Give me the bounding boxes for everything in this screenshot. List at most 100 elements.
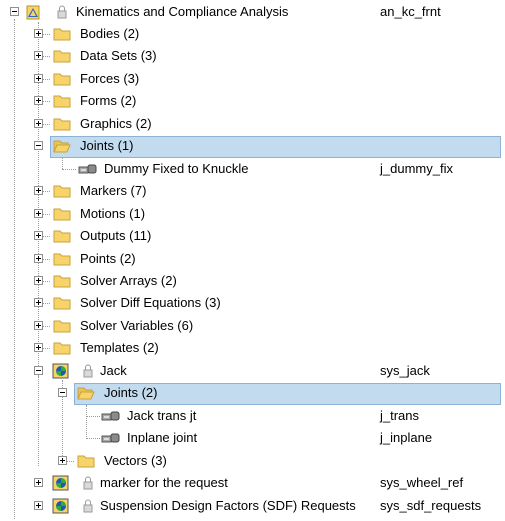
tree-row-solver-variables[interactable]: Solver Variables (6) <box>0 315 505 337</box>
joint-icon <box>101 411 120 421</box>
model-browser-tree: Kinematics and Compliance Analysis an_kc… <box>0 0 505 521</box>
tree-row-templates[interactable]: Templates (2) <box>0 337 505 359</box>
joint-var-name: j_inplane <box>380 430 433 445</box>
folder-label: Vectors (3) <box>104 453 167 468</box>
expand-toggle[interactable] <box>34 501 43 510</box>
expand-toggle[interactable] <box>34 74 43 83</box>
tree-connector <box>62 158 63 169</box>
expand-toggle[interactable] <box>34 478 43 487</box>
tree-row-markers[interactable]: Markers (7) <box>0 180 505 202</box>
folder-label: Solver Variables (6) <box>80 318 194 333</box>
system-var-name: sys_sdf_requests <box>380 498 482 513</box>
tree-row-forces[interactable]: Forces (3) <box>0 68 505 90</box>
folder-icon <box>53 185 71 198</box>
tree-row-data-sets[interactable]: Data Sets (3) <box>0 45 505 67</box>
open-folder-icon <box>77 387 95 400</box>
folder-label: Solver Diff Equations (3) <box>80 295 221 310</box>
joint-icon <box>101 433 120 443</box>
lock-icon <box>83 476 93 490</box>
system-var-name: sys_wheel_ref <box>380 475 464 490</box>
folder-label: Data Sets (3) <box>80 48 157 63</box>
root-label: Kinematics and Compliance Analysis <box>76 4 289 19</box>
tree-row-solver-arrays[interactable]: Solver Arrays (2) <box>0 270 505 292</box>
system-label: marker for the request <box>100 475 228 490</box>
lock-icon <box>26 5 40 20</box>
system-label: Jack <box>100 363 127 378</box>
expand-toggle[interactable] <box>34 51 43 60</box>
expand-toggle[interactable] <box>34 186 43 195</box>
folder-label: Points (2) <box>80 251 136 266</box>
folder-icon <box>53 208 71 221</box>
folder-label: Outputs (11) <box>80 228 152 243</box>
joint-label: Dummy Fixed to Knuckle <box>104 161 249 176</box>
folder-label: Graphics (2) <box>80 116 152 131</box>
tree-row-sdf-requests[interactable]: Suspension Design Factors (SDF) Requests… <box>0 495 505 517</box>
lock-icon <box>57 5 67 19</box>
collapse-toggle[interactable] <box>34 366 43 375</box>
tree-row-graphics[interactable]: Graphics (2) <box>0 113 505 135</box>
tree-row-outputs[interactable]: Outputs (11) <box>0 225 505 247</box>
joint-label: Jack trans jt <box>127 408 197 423</box>
tree-row-jack-joints[interactable]: Joints (2) <box>0 382 505 405</box>
system-var-name: sys_jack <box>380 363 430 378</box>
system-icon <box>52 498 69 514</box>
joint-var-name: j_dummy_fix <box>380 161 453 176</box>
folder-label: Joints (1) <box>80 138 134 153</box>
system-label: Suspension Design Factors (SDF) Requests <box>100 498 356 513</box>
folder-icon <box>53 320 71 333</box>
tree-row-jack-trans-jt[interactable]: Jack trans jt j_trans <box>0 405 505 439</box>
folder-label: Templates (2) <box>80 340 159 355</box>
open-folder-icon <box>53 140 71 153</box>
tree-connector <box>86 416 100 417</box>
tree-row-points[interactable]: Points (2) <box>0 248 505 270</box>
tree-connector <box>86 438 100 439</box>
tree-row-joints[interactable]: Joints (1) <box>0 135 505 158</box>
folder-icon <box>53 28 71 41</box>
folder-icon <box>53 275 71 288</box>
lock-icon <box>83 499 93 513</box>
collapse-toggle[interactable] <box>58 388 67 397</box>
tree-row-jack[interactable]: Jack sys_jack <box>0 360 505 382</box>
tree-row-forms[interactable]: Forms (2) <box>0 90 505 112</box>
folder-label: Motions (1) <box>80 206 146 221</box>
folder-icon <box>53 118 71 131</box>
folder-icon <box>53 73 71 86</box>
tree-row-bodies[interactable]: Bodies (2) <box>0 23 505 45</box>
folder-label: Markers (7) <box>80 183 147 198</box>
expand-toggle[interactable] <box>34 321 43 330</box>
folder-icon <box>53 95 71 108</box>
folder-icon <box>53 230 71 243</box>
folder-icon <box>53 253 71 266</box>
tree-row-marker-request[interactable]: marker for the request sys_wheel_ref <box>0 472 505 494</box>
tree-row-vectors[interactable]: Vectors (3) <box>0 450 505 472</box>
expand-toggle[interactable] <box>34 231 43 240</box>
tree-row-root[interactable]: Kinematics and Compliance Analysis an_kc… <box>0 1 505 23</box>
expand-toggle[interactable] <box>58 456 67 465</box>
folder-icon <box>77 455 95 468</box>
expand-toggle[interactable] <box>34 276 43 285</box>
folder-label: Joints (2) <box>104 385 158 400</box>
lock-icon <box>83 364 93 378</box>
tree-row-motions[interactable]: Motions (1) <box>0 203 505 225</box>
tree-row-inplane-joint[interactable]: Inplane joint j_inplane <box>0 427 505 449</box>
system-icon <box>52 363 69 379</box>
folder-label: Forms (2) <box>80 93 137 108</box>
folder-icon <box>53 50 71 63</box>
root-var-name: an_kc_frnt <box>380 4 441 19</box>
folder-label: Forces (3) <box>80 71 140 86</box>
expand-toggle[interactable] <box>34 343 43 352</box>
collapse-toggle[interactable] <box>34 141 43 150</box>
expand-toggle[interactable] <box>34 254 43 263</box>
tree-row-solver-diff-equations[interactable]: Solver Diff Equations (3) <box>0 292 505 314</box>
expand-toggle[interactable] <box>34 209 43 218</box>
expand-toggle[interactable] <box>34 298 43 307</box>
folder-label: Bodies (2) <box>80 26 140 41</box>
folder-icon <box>53 342 71 355</box>
expand-toggle[interactable] <box>34 29 43 38</box>
folder-icon <box>53 297 71 310</box>
tree-row-joint-item[interactable]: Dummy Fixed to Knuckle j_dummy_fix <box>0 158 505 180</box>
expand-toggle[interactable] <box>34 119 43 128</box>
collapse-toggle[interactable] <box>10 7 19 16</box>
joint-label: Inplane joint <box>127 430 198 445</box>
expand-toggle[interactable] <box>34 96 43 105</box>
